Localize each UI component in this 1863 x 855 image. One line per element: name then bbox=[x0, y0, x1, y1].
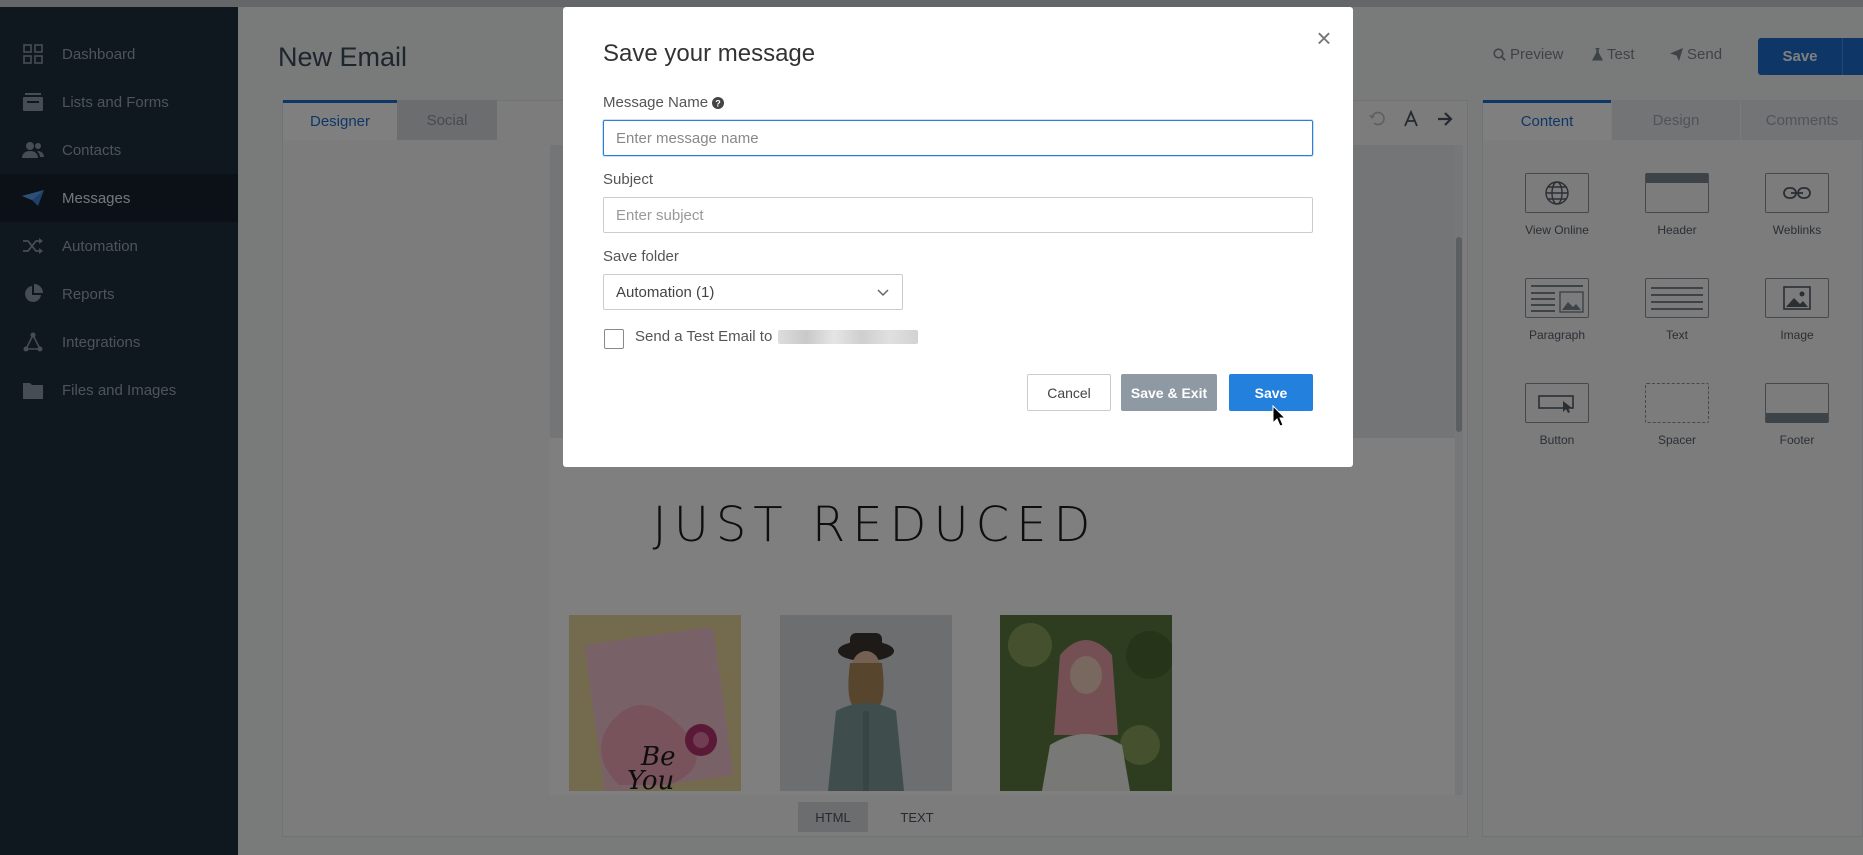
help-icon[interactable]: ? bbox=[712, 96, 725, 109]
dialog-save-button[interactable]: Save bbox=[1229, 374, 1313, 411]
mouse-cursor-icon bbox=[1272, 405, 1286, 427]
save-message-dialog: Save your message × Message Name ? Enter… bbox=[563, 7, 1353, 467]
cancel-button[interactable]: Cancel bbox=[1027, 374, 1111, 411]
send-test-email-checkbox[interactable] bbox=[604, 329, 624, 349]
subject-input[interactable]: Enter subject bbox=[603, 197, 1313, 233]
subject-label: Subject bbox=[603, 171, 654, 188]
dialog-title: Save your message bbox=[603, 40, 816, 67]
message-name-input[interactable]: Enter message name bbox=[603, 120, 1313, 156]
svg-text:?: ? bbox=[715, 98, 721, 108]
save-folder-value: Automation (1) bbox=[616, 283, 715, 301]
send-test-email-field: Send a Test Email to bbox=[635, 328, 919, 345]
message-name-label: Message Name bbox=[603, 94, 709, 111]
message-name-field-label: Message Name ? bbox=[603, 94, 725, 111]
save-folder-select[interactable]: Automation (1) bbox=[603, 274, 903, 310]
save-and-exit-button[interactable]: Save & Exit bbox=[1121, 374, 1217, 411]
close-icon[interactable]: × bbox=[1311, 25, 1337, 51]
chevron-down-icon bbox=[877, 289, 889, 297]
save-folder-label: Save folder bbox=[603, 248, 679, 265]
redacted-email bbox=[778, 329, 919, 344]
send-test-email-label: Send a Test Email to bbox=[635, 328, 773, 345]
